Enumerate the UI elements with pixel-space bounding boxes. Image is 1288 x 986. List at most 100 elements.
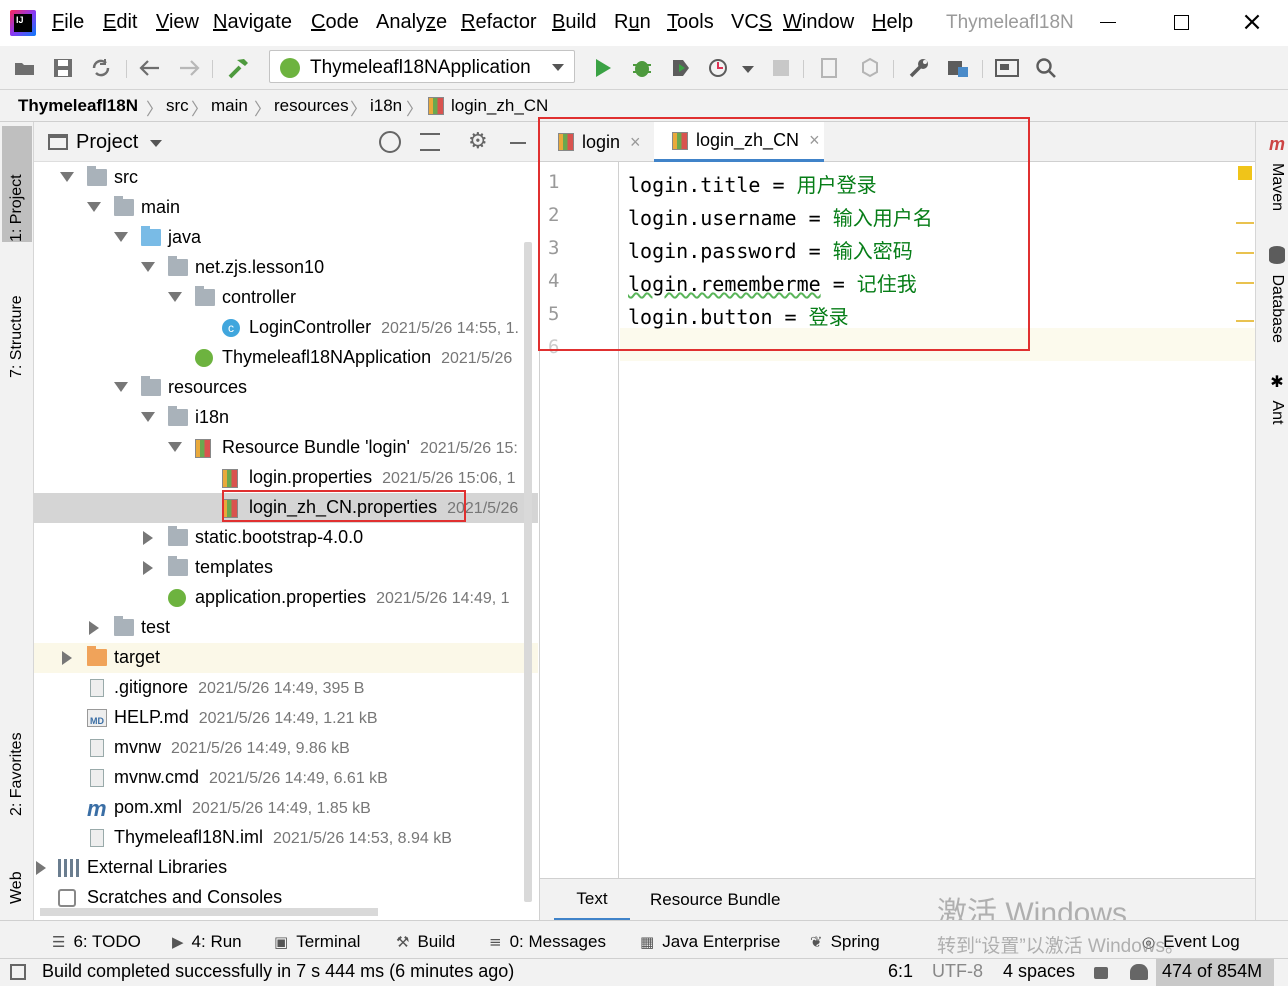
tool-window-build[interactable]: ⚒ Build <box>396 932 455 952</box>
settings-wrench-icon[interactable] <box>906 55 932 81</box>
tab-project[interactable]: 1: Project <box>2 126 32 242</box>
menu-code[interactable]: Code <box>311 11 359 34</box>
tab-resource-bundle[interactable]: Resource Bundle <box>640 879 790 921</box>
breadcrumb-project[interactable]: Thymeleafl18N <box>18 96 138 116</box>
tool-window-4-run[interactable]: ▶ 4: Run <box>172 932 242 952</box>
tree-item[interactable]: net.zjs.lesson10 <box>34 253 538 283</box>
tool-window-spring[interactable]: ❦ Spring <box>810 932 880 952</box>
menu-analyze[interactable]: Analyze <box>376 11 447 34</box>
vertical-scrollbar[interactable] <box>524 242 532 902</box>
tree-item[interactable]: c LoginController 2021/5/26 14:55, 1. <box>34 313 538 343</box>
open-folder-icon[interactable] <box>12 55 38 81</box>
tree-item[interactable]: mvnw 2021/5/26 14:49, 9.86 kB <box>34 733 538 763</box>
tree-item[interactable]: controller <box>34 283 538 313</box>
chevron-down-icon[interactable] <box>87 202 101 212</box>
close-window-button[interactable]: × <box>1238 7 1266 37</box>
chevron-down-icon[interactable] <box>114 382 128 392</box>
breadcrumb-resources[interactable]: resources <box>274 96 349 116</box>
tab-web[interactable]: Web <box>4 834 30 904</box>
chevron-down-icon[interactable] <box>141 412 155 422</box>
caret-position[interactable]: 6:1 <box>888 961 913 982</box>
tool-window-java-enterprise[interactable]: ▦ Java Enterprise <box>640 932 780 952</box>
menu-navigate[interactable]: Navigate <box>213 11 292 34</box>
chevron-down-icon[interactable] <box>60 172 74 182</box>
tree-item[interactable]: i18n <box>34 403 538 433</box>
breadcrumb-main[interactable]: main <box>211 96 248 116</box>
maximize-button[interactable] <box>1174 15 1189 30</box>
tree-item[interactable]: application.properties 2021/5/26 14:49, 1 <box>34 583 538 613</box>
chevron-down-icon[interactable] <box>168 292 182 302</box>
chevron-right-icon[interactable] <box>36 861 46 875</box>
tree-item[interactable]: Resource Bundle 'login' 2021/5/26 15: <box>34 433 538 463</box>
project-panel-title[interactable]: Project <box>76 131 138 154</box>
tree-item[interactable]: Thymeleafl18N.iml 2021/5/26 14:53, 8.94 k… <box>34 823 538 853</box>
chevron-right-icon[interactable] <box>62 651 72 665</box>
tree-item[interactable]: test <box>34 613 538 643</box>
minimize-panel-icon[interactable] <box>510 142 526 144</box>
save-icon[interactable] <box>50 55 76 81</box>
stop-icon[interactable] <box>768 55 794 81</box>
tab-database[interactable]: Database <box>1260 246 1286 343</box>
back-icon[interactable] <box>137 55 163 81</box>
tree-item[interactable]: .gitignore 2021/5/26 14:49, 395 B <box>34 673 538 703</box>
tab-favorites[interactable]: 2: Favorites <box>4 700 30 816</box>
locate-icon[interactable] <box>379 131 401 153</box>
status-toggle-icon[interactable] <box>10 964 26 980</box>
presentation-icon[interactable] <box>994 55 1020 81</box>
status-message[interactable]: Build completed successfully in 7 s 444 … <box>42 961 514 982</box>
tree-item[interactable]: main <box>34 193 538 223</box>
chevron-down-icon[interactable] <box>114 232 128 242</box>
tree-item[interactable]: mvnw.cmd 2021/5/26 14:49, 6.61 kB <box>34 763 538 793</box>
menu-tools[interactable]: Tools <box>667 11 714 34</box>
tree-item[interactable]: static.bootstrap-4.0.0 <box>34 523 538 553</box>
menu-build[interactable]: Build <box>552 11 596 34</box>
tree-item[interactable]: Thymeleafl18NApplication 2021/5/26 <box>34 343 538 373</box>
tool-window-terminal[interactable]: ▣ Terminal <box>274 932 360 952</box>
tree-item[interactable]: src <box>34 163 538 193</box>
tab-structure[interactable]: 7: Structure <box>4 258 30 378</box>
chevron-right-icon[interactable] <box>89 621 99 635</box>
tree-item[interactable]: External Libraries <box>34 853 538 883</box>
tree-item[interactable]: target <box>34 643 538 673</box>
tab-maven[interactable]: m Maven <box>1260 134 1286 211</box>
project-structure-icon[interactable] <box>945 55 971 81</box>
tree-item[interactable]: MD HELP.md 2021/5/26 14:49, 1.21 kB <box>34 703 538 733</box>
coverage-icon[interactable] <box>668 55 694 81</box>
sync-icon[interactable] <box>88 55 114 81</box>
tool-window-0-messages[interactable]: ≡ 0: Messages <box>489 932 606 952</box>
deploy-icon[interactable] <box>857 55 883 81</box>
tree-item[interactable]: resources <box>34 373 538 403</box>
menu-help[interactable]: Help <box>872 11 913 34</box>
tab-text[interactable]: Text <box>554 879 630 921</box>
tree-item[interactable]: m pom.xml 2021/5/26 14:49, 1.85 kB <box>34 793 538 823</box>
minimize-button[interactable] <box>1100 22 1116 23</box>
inspector-icon[interactable] <box>1130 964 1148 980</box>
chevron-down-icon[interactable] <box>742 66 754 73</box>
collapse-all-icon[interactable] <box>420 133 440 151</box>
tree-item[interactable]: java <box>34 223 538 253</box>
tree-item[interactable]: templates <box>34 553 538 583</box>
file-encoding[interactable]: UTF-8 <box>932 961 983 982</box>
tab-ant[interactable]: ✱ Ant <box>1260 372 1286 424</box>
tool-window-6-todo[interactable]: ☰ 6: TODO <box>52 932 141 952</box>
chevron-right-icon[interactable] <box>143 531 153 545</box>
breadcrumb-src[interactable]: src <box>166 96 189 116</box>
profile-icon[interactable] <box>707 55 733 81</box>
run-icon[interactable] <box>590 55 616 81</box>
menu-window[interactable]: Window <box>783 11 854 34</box>
chevron-down-icon[interactable] <box>150 140 162 147</box>
horizontal-scrollbar[interactable] <box>40 908 378 916</box>
menu-edit[interactable]: Edit <box>103 11 137 34</box>
menu-vcs[interactable]: VCS <box>731 11 772 34</box>
menu-view[interactable]: View <box>156 11 199 34</box>
search-icon[interactable] <box>1033 55 1059 81</box>
build-hammer-icon[interactable] <box>226 55 252 81</box>
chevron-right-icon[interactable] <box>143 561 153 575</box>
forward-icon[interactable] <box>176 55 202 81</box>
lock-icon[interactable] <box>1094 967 1108 979</box>
chevron-down-icon[interactable] <box>141 262 155 272</box>
debug-icon[interactable] <box>629 55 655 81</box>
menu-file[interactable]: File <box>52 11 84 34</box>
chevron-down-icon[interactable] <box>168 442 182 452</box>
breadcrumb-i18n[interactable]: i18n <box>370 96 402 116</box>
